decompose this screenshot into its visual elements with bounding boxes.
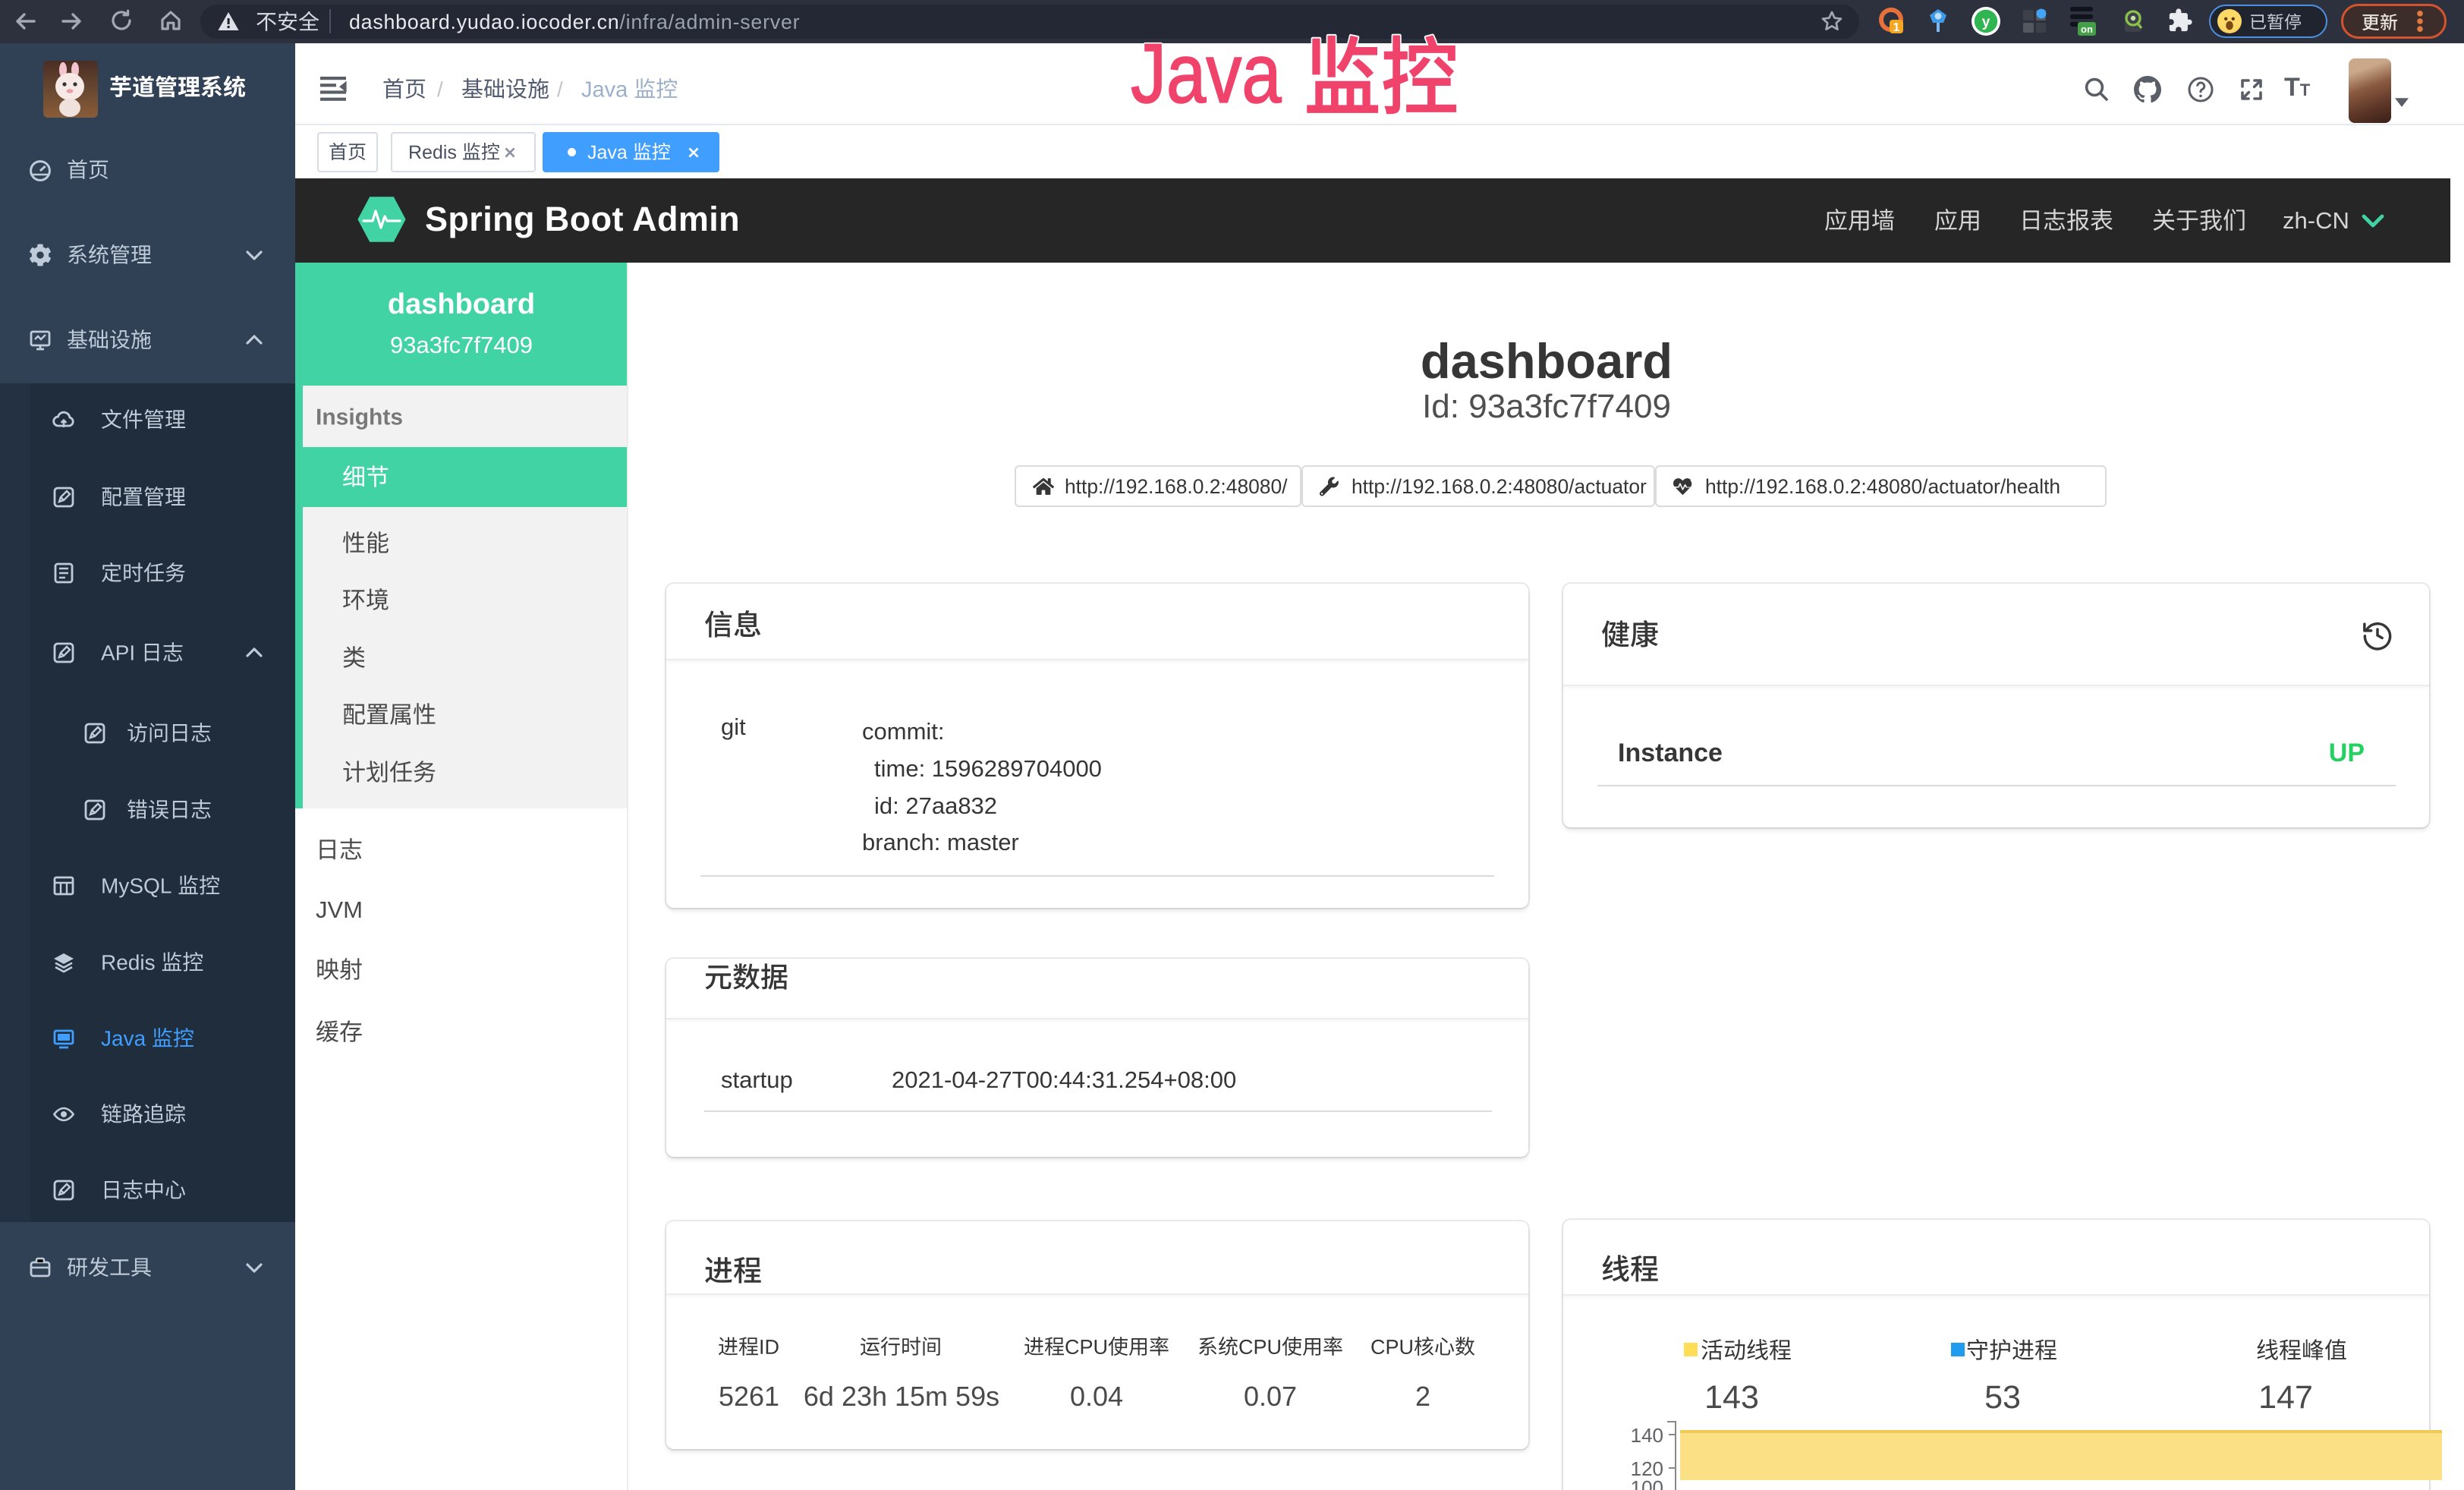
svg-text:on: on [2081, 24, 2093, 35]
svg-text:y: y [1982, 14, 1990, 30]
svg-text:1: 1 [1893, 21, 1900, 34]
